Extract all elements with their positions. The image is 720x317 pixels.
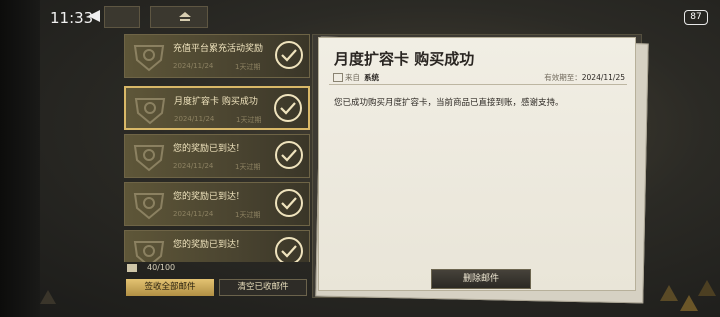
check-circle-icon xyxy=(275,189,303,217)
check-circle-icon xyxy=(275,41,303,69)
mail-date: 2024/11/24 xyxy=(173,62,214,70)
collect-all-button[interactable]: 签收全部邮件 xyxy=(126,279,214,296)
letter-title: 月度扩容卡 购买成功 xyxy=(334,50,475,68)
mail-expire: 1天过期 xyxy=(235,211,261,219)
home-button[interactable] xyxy=(150,6,208,28)
emblem-icon xyxy=(133,145,165,172)
from-label: 来自 xyxy=(345,73,360,82)
mail-item[interactable]: 您的奖励已到达! xyxy=(124,230,310,262)
check-circle-icon xyxy=(275,141,303,169)
mail-date: 2024/11/24 xyxy=(174,115,215,123)
decor-triangle xyxy=(698,280,716,296)
mail-title: 您的奖励已到达! xyxy=(173,240,240,250)
mail-item[interactable]: 您的奖励已到达! 2024/11/24 1天过期 xyxy=(124,182,310,226)
check-circle-icon xyxy=(275,237,303,262)
mail-count-icon xyxy=(127,264,137,272)
location-arrow-icon xyxy=(88,10,100,22)
decor-triangle xyxy=(40,290,56,304)
decor-triangle xyxy=(680,295,698,311)
mail-date: 2024/11/24 xyxy=(173,162,214,170)
back-button[interactable] xyxy=(104,6,140,28)
emblem-icon xyxy=(133,241,165,262)
home-icon xyxy=(179,12,191,21)
left-edge xyxy=(0,0,40,317)
mail-item-selected[interactable]: 月度扩容卡 购买成功 2024/11/24 1天过期 xyxy=(124,86,310,130)
from-name: 系统 xyxy=(364,73,379,82)
mail-expire: 1天过期 xyxy=(236,116,262,124)
emblem-icon xyxy=(133,45,165,72)
letter-meta: 来自 系统 有效期至：2024/11/25 xyxy=(329,70,627,85)
mail-count: 40/100 xyxy=(147,263,176,272)
sender-icon xyxy=(333,73,343,82)
decor-triangle xyxy=(660,285,678,301)
emblem-icon xyxy=(133,193,165,220)
check-circle-icon xyxy=(274,94,302,122)
mail-item[interactable]: 充值平台累充活动奖励 2024/11/24 1天过期 xyxy=(124,34,310,78)
letter-panel: 月度扩容卡 购买成功 来自 系统 有效期至：2024/11/25 您已成功购买月… xyxy=(318,37,636,291)
mail-item[interactable]: 您的奖励已到达! 2024/11/24 1天过期 xyxy=(124,134,310,178)
mail-expire: 1天过期 xyxy=(235,63,261,71)
mail-title: 充值平台累充活动奖励 xyxy=(173,44,264,54)
mail-title: 月度扩容卡 购买成功 xyxy=(174,97,258,107)
expiry-label: 有效期至： xyxy=(544,73,582,82)
emblem-icon xyxy=(134,98,166,125)
mail-expire: 1天过期 xyxy=(235,163,261,171)
expiry-value: 2024/11/25 xyxy=(581,73,625,82)
clear-read-button[interactable]: 清空已收邮件 xyxy=(219,279,307,296)
expiry: 有效期至：2024/11/25 xyxy=(544,72,625,83)
status-time: 11:33 xyxy=(50,9,94,27)
letter-body: 您已成功购买月度扩容卡，当前商品已直接到账，感谢支持。 xyxy=(334,98,564,108)
mail-title: 您的奖励已到达! xyxy=(173,192,240,202)
mail-title: 您的奖励已到达! xyxy=(173,144,240,154)
battery-indicator: 87 xyxy=(684,10,708,25)
mail-list[interactable]: 充值平台累充活动奖励 2024/11/24 1天过期 月度扩容卡 购买成功 20… xyxy=(124,34,310,262)
mail-date: 2024/11/24 xyxy=(173,210,214,218)
delete-mail-button[interactable]: 删除邮件 xyxy=(431,269,531,289)
